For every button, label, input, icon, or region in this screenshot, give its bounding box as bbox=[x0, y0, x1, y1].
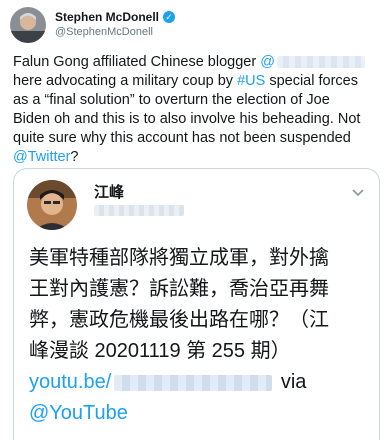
hashtag-us-link[interactable]: #US bbox=[237, 73, 265, 89]
author-name[interactable]: Stephen McDonell bbox=[55, 10, 159, 24]
quoted-line-1: 美軍特種部隊將獨立成軍，對外擒 bbox=[29, 247, 329, 269]
quoted-line-2: 王對內護憲？訴訟難，喬治亞再舞 bbox=[29, 278, 329, 300]
quoted-tweet-text: 美軍特種部隊將獨立成軍，對外擒 王對內護憲？訴訟難，喬治亞再舞 弊，憲政危機最後… bbox=[29, 243, 374, 429]
quoted-line-3: 弊，憲政危機最後出路在哪？（江 bbox=[29, 309, 329, 331]
verified-badge-icon: ✓ bbox=[163, 11, 176, 23]
redacted-url bbox=[114, 374, 273, 391]
redacted-mention-link[interactable]: @ bbox=[260, 54, 365, 70]
youtube-mention-link[interactable]: @YouTube bbox=[29, 402, 128, 424]
quoted-author-handle-redacted bbox=[94, 205, 184, 216]
quoted-line-4: 峰漫談 20201119 第 255 期） bbox=[29, 340, 291, 362]
tweet-line-3: as a “final solution” to overturn the el… bbox=[13, 92, 330, 108]
quoted-author-avatar[interactable] bbox=[27, 180, 77, 230]
tweet-line-4: Biden oh and this is to also involve his… bbox=[13, 111, 361, 127]
tweet-line-2: here advocating a military coup by bbox=[13, 73, 238, 89]
chevron-down-icon[interactable] bbox=[351, 185, 365, 199]
via-text: via bbox=[275, 371, 307, 393]
author-avatar[interactable] bbox=[10, 7, 46, 43]
tweet-line-1: Falun Gong affiliated Chinese blogger bbox=[13, 54, 261, 70]
quoted-author-name[interactable]: 江峰 bbox=[94, 181, 124, 202]
author-handle[interactable]: @StephenMcDonell bbox=[55, 26, 153, 38]
youtube-link[interactable]: youtu.be/ bbox=[29, 371, 275, 393]
tweet-line-2-rest: special forces bbox=[265, 73, 358, 89]
tweet-line-5: quite sure why this account has not been… bbox=[13, 130, 351, 146]
redacted-handle bbox=[276, 56, 365, 69]
quoted-tweet-card[interactable]: 江峰 美軍特種部隊將獨立成軍，對外擒 王對內護憲？訴訟難，喬治亞再舞 弊，憲政危… bbox=[13, 168, 380, 440]
twitter-mention-link[interactable]: @Twitter bbox=[13, 149, 70, 165]
tweet-text: Falun Gong affiliated Chinese blogger @ … bbox=[13, 53, 385, 167]
tweet-line-6-rest: ? bbox=[70, 149, 79, 165]
